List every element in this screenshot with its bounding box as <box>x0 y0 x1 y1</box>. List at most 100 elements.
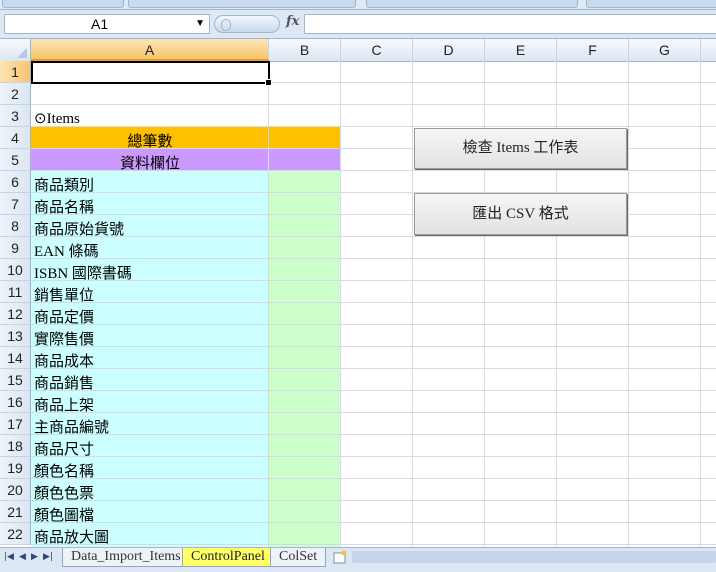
row-header[interactable]: 22 <box>0 523 31 545</box>
row-header[interactable]: 17 <box>0 413 31 435</box>
ribbon-button[interactable] <box>2 0 124 8</box>
row-header[interactable]: 5 <box>0 149 31 171</box>
field-name-cell[interactable]: 商品定價 <box>34 306 94 327</box>
row-header[interactable]: 7 <box>0 193 31 215</box>
row-header[interactable]: 1 <box>0 61 31 83</box>
field-name-cell[interactable]: 商品原始貨號 <box>34 218 124 239</box>
row-header[interactable]: 2 <box>0 83 31 105</box>
next-sheet-icon[interactable]: ▶ <box>31 552 38 562</box>
grid-line <box>31 456 716 457</box>
check-items-button[interactable]: 檢查 Items 工作表 <box>414 128 627 169</box>
column-header-f[interactable]: F <box>557 39 629 61</box>
formula-bar-resize-handle[interactable] <box>214 15 280 33</box>
row-header[interactable]: 13 <box>0 325 31 347</box>
grid-line <box>31 390 716 391</box>
grid-line <box>31 544 716 545</box>
horizontal-scrollbar[interactable] <box>352 551 716 563</box>
row-header[interactable]: 16 <box>0 391 31 413</box>
row-header[interactable]: 11 <box>0 281 31 303</box>
grid-line <box>31 522 716 523</box>
grid-line <box>31 346 716 347</box>
export-csv-button[interactable]: 匯出 CSV 格式 <box>414 193 627 235</box>
grid-line <box>412 61 413 547</box>
column-header-h[interactable] <box>701 39 716 61</box>
first-sheet-icon[interactable]: |◀ <box>4 552 14 562</box>
row-header[interactable]: 10 <box>0 259 31 281</box>
field-name-cell[interactable]: 主商品編號 <box>34 416 109 437</box>
grid-line <box>31 412 716 413</box>
grid-line <box>31 258 716 259</box>
row-header[interactable]: 9 <box>0 237 31 259</box>
column-header-e[interactable]: E <box>485 39 557 61</box>
grid-line <box>700 61 701 547</box>
row-header[interactable]: 21 <box>0 501 31 523</box>
grid-line <box>31 434 716 435</box>
name-box[interactable]: A1 ▼ <box>4 14 210 34</box>
row-header[interactable]: 15 <box>0 369 31 391</box>
chevron-down-icon[interactable]: ▼ <box>195 15 205 33</box>
field-name-cell[interactable]: 銷售單位 <box>34 284 94 305</box>
row-header[interactable]: 19 <box>0 457 31 479</box>
select-all-button[interactable] <box>0 39 31 61</box>
tab-colset[interactable]: ColSet <box>270 548 327 567</box>
field-value-fill <box>269 171 341 547</box>
field-name-cell[interactable]: 顏色名稱 <box>34 460 94 481</box>
row-header[interactable]: 18 <box>0 435 31 457</box>
grid-line <box>31 324 716 325</box>
grid-line <box>628 61 629 547</box>
tab-controlpanel[interactable]: ControlPanel <box>182 548 274 567</box>
ribbon-button[interactable] <box>366 0 578 8</box>
column-header-a[interactable]: A <box>31 39 269 61</box>
field-name-cell[interactable]: 商品名稱 <box>34 196 94 217</box>
row-header[interactable]: 20 <box>0 479 31 501</box>
cell-a4[interactable]: 總筆數 <box>31 130 269 151</box>
row-header[interactable]: 4 <box>0 127 31 149</box>
field-name-cell[interactable]: 商品放大圖 <box>34 526 109 547</box>
cell-a3[interactable]: ⊙Items <box>34 109 80 128</box>
column-header-c[interactable]: C <box>341 39 413 61</box>
column-header-d[interactable]: D <box>413 39 485 61</box>
formula-bar: A1 ▼ fx <box>0 10 716 39</box>
row-header[interactable]: 12 <box>0 303 31 325</box>
grid-line <box>340 61 341 547</box>
ribbon-button[interactable] <box>586 0 716 8</box>
field-name-cell[interactable]: 實際售價 <box>34 328 94 349</box>
column-header-row: A B C D E F G <box>0 39 716 62</box>
field-name-cell[interactable]: 商品上架 <box>34 394 94 415</box>
row-header[interactable]: 6 <box>0 171 31 193</box>
tab-data-import-items[interactable]: Data_Import_Items <box>62 548 190 567</box>
grid-line <box>31 280 716 281</box>
grid-line <box>31 478 716 479</box>
worksheet[interactable]: A B C D E F G 1 2 3 4 5 6 7 8 9 10 11 12… <box>0 39 716 547</box>
field-name-cell[interactable]: ISBN 國際書碼 <box>34 262 132 283</box>
column-header-b[interactable]: B <box>269 39 341 61</box>
field-name-cell[interactable]: 商品類別 <box>34 174 94 195</box>
insert-function-icon[interactable]: fx <box>286 14 299 29</box>
row-header[interactable]: 14 <box>0 347 31 369</box>
field-name-cell[interactable]: EAN 條碼 <box>34 240 99 261</box>
formula-input[interactable] <box>304 14 716 34</box>
column-header-g[interactable]: G <box>629 39 701 61</box>
ribbon-button[interactable] <box>128 0 356 8</box>
row-header[interactable]: 3 <box>0 105 31 127</box>
field-name-cell[interactable]: 商品成本 <box>34 350 94 371</box>
cell-a5[interactable]: 資料欄位 <box>31 152 269 173</box>
formula-tools: fx <box>212 13 304 35</box>
ribbon-edge <box>0 0 716 10</box>
sheet-tab-bar: |◀ ◀ ▶ ▶| Data_Import_Items ControlPanel… <box>0 547 716 572</box>
grid-line <box>31 104 716 105</box>
row-header[interactable]: 8 <box>0 215 31 237</box>
field-name-cell[interactable]: 顏色色票 <box>34 482 94 503</box>
grid-line <box>31 236 716 237</box>
active-cell-a1[interactable] <box>31 61 272 86</box>
grid-line <box>31 302 716 303</box>
field-name-cell[interactable]: 商品銷售 <box>34 372 94 393</box>
insert-sheet-icon[interactable] <box>332 550 350 564</box>
grid-line <box>31 500 716 501</box>
field-name-cell[interactable]: 顏色圖檔 <box>34 504 94 525</box>
last-sheet-icon[interactable]: ▶| <box>43 552 53 562</box>
name-box-value: A1 <box>91 16 109 32</box>
field-name-cell[interactable]: 商品尺寸 <box>34 438 94 459</box>
grid-line <box>31 368 716 369</box>
prev-sheet-icon[interactable]: ◀ <box>19 552 26 562</box>
